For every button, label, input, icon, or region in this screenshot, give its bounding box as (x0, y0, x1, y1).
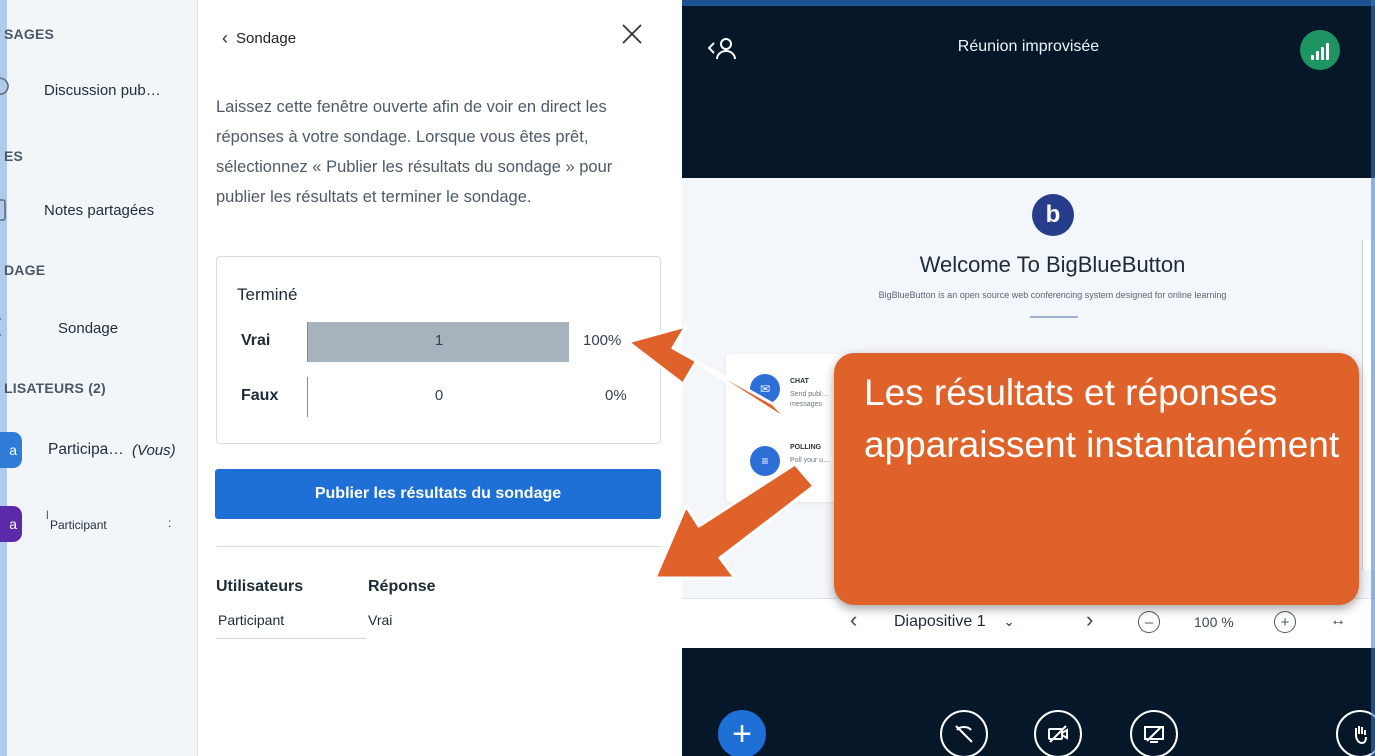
poll-description: Laissez cette fenêtre ouverte afin de vo… (216, 98, 613, 206)
previous-slide-button[interactable]: ‹ (850, 607, 857, 633)
section-notes-title: ES (4, 148, 24, 164)
poll-status: Terminé (237, 285, 298, 304)
actions-button[interactable]: + (718, 710, 766, 756)
user-list-sidebar: SAGES Discussion pub… ES Notes partagées… (0, 0, 198, 756)
response-user: Participant (218, 612, 285, 628)
result-bar-track: 1 (307, 322, 569, 362)
result-count: 1 (434, 332, 444, 349)
share-screen-button[interactable] (1130, 710, 1178, 756)
camera-off-icon (1048, 725, 1068, 743)
raise-hand-button[interactable] (1336, 710, 1375, 756)
slide-select[interactable]: Diapositive 1 ⌄ (894, 613, 1015, 631)
poll-result-row: Faux 0 0% (217, 377, 662, 417)
connection-status-button[interactable] (1300, 30, 1340, 70)
divider (1030, 316, 1078, 318)
close-poll-button[interactable] (618, 20, 646, 48)
fit-width-button[interactable]: ↔ (1330, 612, 1346, 630)
sidebar-item-public-chat[interactable]: Discussion pub… (0, 74, 197, 106)
section-poll-title: DAGE (4, 262, 46, 278)
result-count: 0 (434, 387, 444, 404)
feature-title: CHAT (790, 378, 809, 385)
signal-bar (1321, 47, 1324, 60)
hand-icon (1355, 726, 1367, 745)
zoom-out-button[interactable]: – (1138, 611, 1160, 633)
result-bar-track: 0 (307, 377, 569, 417)
poll-result-row: Vrai 1 100% (217, 322, 662, 362)
poll-icon (0, 315, 14, 341)
chat-icon (0, 77, 14, 103)
row-divider (216, 638, 366, 639)
annotation-callout: Les résultats et réponses apparaissent i… (834, 353, 1359, 605)
poll-back-label: Sondage (236, 30, 297, 47)
user-menu-dots: : (168, 516, 172, 530)
result-percent: 100% (583, 332, 622, 349)
feature-title: POLLING (790, 444, 822, 451)
presentation-toolbar: ‹ Diapositive 1 ⌄ › – 100 % + ↔ (682, 598, 1375, 648)
sidebar-item-poll[interactable]: Sondage (0, 312, 197, 344)
result-percent: 0% (605, 387, 627, 404)
slide-subtitle: BigBlueButton is an open source web conf… (878, 290, 1227, 300)
sidebar-item-label: Notes partagées (44, 201, 155, 219)
chat-icon: ✉ (750, 374, 780, 404)
column-header-answer: Réponse (368, 578, 436, 595)
phone-off-icon (955, 725, 973, 743)
sidebar-item-shared-notes[interactable]: Notes partagées (0, 194, 197, 226)
result-option-label: Faux (241, 387, 279, 404)
poll-results-card: Terminé Vrai 1 100% Faux 0 0% (216, 256, 661, 444)
divider (216, 546, 662, 547)
poll-icon: ≡ (750, 446, 780, 476)
zoom-level: 100 % (1194, 614, 1234, 630)
poll-back-button[interactable]: ‹ Sondage (222, 28, 296, 49)
slide-title: Welcome To BigBlueButton (919, 252, 1186, 277)
avatar: a (0, 432, 22, 468)
column-header-users: Utilisateurs (216, 578, 304, 595)
frame-border (682, 0, 1375, 6)
signal-bar (1311, 55, 1314, 60)
signal-bar (1326, 43, 1329, 60)
bigbluebutton-logo: b (1032, 194, 1074, 236)
zoom-in-button[interactable]: + (1274, 611, 1296, 633)
user-name: Participant (50, 518, 107, 532)
user-you-suffix: (Vous) (132, 441, 176, 459)
avatar: a (0, 506, 22, 542)
frame-border (1371, 0, 1375, 756)
screen-share-off-icon (1144, 726, 1164, 743)
meeting-title: Réunion improvisée (957, 38, 1100, 55)
result-option-label: Vrai (241, 332, 271, 349)
poll-panel: ‹ Sondage Laissez cette fenêtre ouverte … (198, 0, 682, 756)
section-users-title: LISATEURS (2) (4, 380, 106, 396)
signal-bar (1316, 51, 1319, 60)
section-messages-title: SAGES (4, 26, 55, 42)
sidebar-item-label: Sondage (58, 319, 119, 337)
chevron-left-icon: ‹ (222, 28, 228, 48)
user-name-prefix: l (46, 508, 49, 522)
sidebar-item-label: Discussion pub… (44, 81, 161, 99)
notes-icon (0, 197, 14, 223)
join-audio-button[interactable] (940, 710, 988, 756)
close-icon (622, 24, 642, 44)
feature-text: Send publ… messages (790, 391, 829, 408)
feature-text: Poll your u… (790, 457, 831, 464)
chevron-down-icon: ⌄ (1003, 614, 1015, 629)
user-list-item[interactable]: a l Participant : (0, 506, 197, 542)
next-slide-button[interactable]: › (1086, 607, 1093, 633)
user-name: Participa… (48, 441, 124, 458)
slide-select-value: Diapositive 1 (894, 613, 986, 630)
sidebar-focus-outline (0, 0, 7, 756)
publish-poll-results-button[interactable]: Publier les résultats du sondage (215, 469, 661, 519)
share-webcam-button[interactable] (1034, 710, 1082, 756)
response-answer: Vrai (368, 612, 393, 628)
user-list-item[interactable]: a Participa… (Vous) (0, 432, 197, 468)
